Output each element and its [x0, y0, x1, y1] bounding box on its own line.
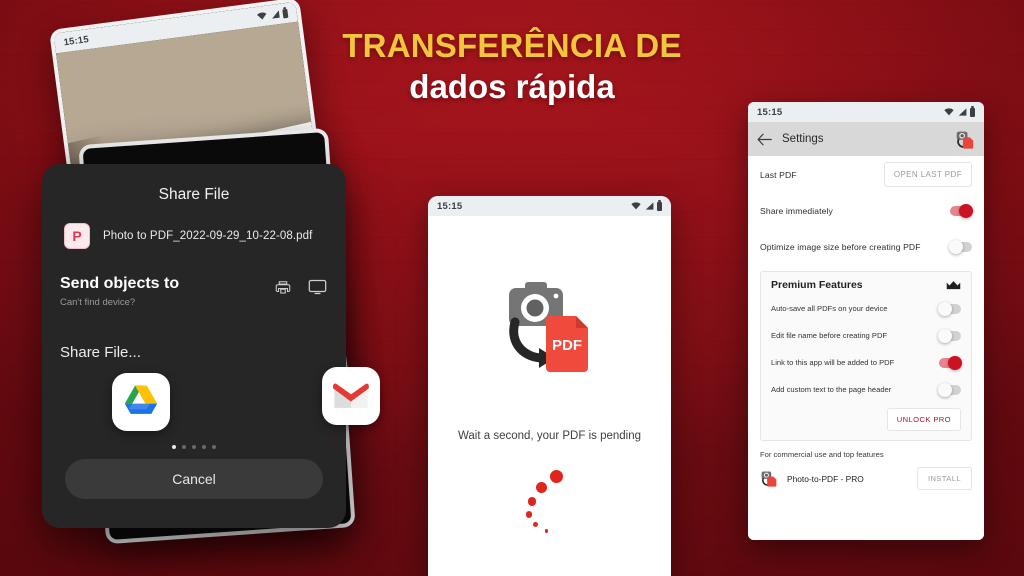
status-time: 15:15	[757, 106, 783, 118]
google-drive-app[interactable]	[112, 373, 170, 431]
premium-row-edit-filename[interactable]: Edit file name before creating PDF	[771, 322, 961, 349]
settings-phone: 15:15 Settings Last PDF OPEN LAST PDF Sh…	[748, 102, 984, 540]
premium-label: Edit file name before creating PDF	[771, 331, 888, 340]
premium-header: Premium Features	[771, 279, 961, 291]
share-pager-dots	[60, 445, 328, 449]
back-arrow-icon[interactable]	[757, 133, 772, 146]
pager-dot	[202, 445, 206, 449]
center-phone-body: PDF Wait a second, your PDF is pending	[428, 216, 671, 576]
share-app-list	[60, 367, 380, 439]
promo-text: For commercial use and top features	[760, 450, 884, 459]
status-icons	[944, 106, 975, 117]
optimize-image-toggle[interactable]	[949, 240, 972, 254]
loading-dots-spinner	[520, 468, 580, 538]
printer-icon[interactable]	[273, 278, 293, 296]
headline-line-2: dados rápida	[409, 67, 615, 105]
premium-label: Add custom text to the page header	[771, 385, 892, 394]
camera-to-pdf-icon: PDF	[495, 278, 605, 374]
setting-row-optimize-image[interactable]: Optimize image size before creating PDF	[760, 229, 972, 265]
unlock-pro-button[interactable]: UNLOCK PRO	[886, 408, 961, 431]
premium-row-auto-save[interactable]: Auto-save all PDFs on your device	[771, 295, 961, 322]
shared-file-name: Photo to PDF_2022-09-29_10-22-08.pdf	[103, 230, 313, 242]
promo-banner-stage: TRANSFERÊNCIA DE dados rápida 15:15 Shar…	[0, 0, 1024, 576]
crown-icon	[946, 280, 961, 289]
pdf-badge-text: PDF	[552, 337, 582, 354]
battery-icon	[970, 106, 975, 117]
gmail-icon	[333, 383, 369, 408]
signal-icon	[645, 202, 653, 210]
auto-save-toggle[interactable]	[938, 301, 961, 316]
signal-icon	[958, 108, 966, 116]
open-last-pdf-button[interactable]: OPEN LAST PDF	[883, 162, 972, 187]
app-link-toggle[interactable]	[939, 355, 962, 370]
headline-line-1: TRANSFERÊNCIA DE	[342, 27, 682, 64]
premium-label: Link to this app will be added to PDF	[771, 358, 895, 367]
status-time: 15:15	[437, 200, 463, 212]
promo-section: For commercial use and top features Phot…	[760, 441, 972, 490]
cancel-button[interactable]: Cancel	[65, 459, 323, 499]
battery-icon	[282, 8, 289, 18]
cant-find-device-link[interactable]: Can't find device?	[60, 297, 179, 308]
setting-label: Last PDF	[760, 169, 797, 180]
battery-icon	[657, 200, 662, 211]
share-sheet: Share File P Photo to PDF_2022-09-29_10-…	[42, 164, 380, 528]
wifi-icon	[257, 12, 267, 20]
google-drive-icon	[124, 385, 158, 414]
pending-message: Wait a second, your PDF is pending	[457, 430, 642, 442]
wifi-icon	[944, 108, 954, 116]
headline: TRANSFERÊNCIA DE dados rápida	[0, 27, 1024, 107]
settings-app-bar: Settings	[748, 122, 984, 156]
photo-to-pdf-app-icon	[761, 471, 777, 487]
premium-label: Auto-save all PDFs on your device	[771, 304, 888, 313]
share-file-section-label: Share File...	[60, 344, 141, 361]
custom-header-toggle[interactable]	[938, 382, 961, 397]
shared-file-row: P Photo to PDF_2022-09-29_10-22-08.pdf	[60, 223, 328, 249]
gmail-app[interactable]	[322, 367, 380, 425]
install-button[interactable]: INSTALL	[916, 467, 972, 490]
cast-screen-icon[interactable]	[307, 278, 328, 296]
send-objects-label: Send objects to	[60, 275, 180, 292]
page-title: Settings	[782, 133, 824, 145]
promo-app-row: Photo-to-PDF - PRO INSTALL	[760, 467, 972, 490]
promo-app-name: Photo-to-PDF - PRO	[787, 473, 864, 484]
center-phone: 15:15 PDF Wait a second, your PDF is pen…	[428, 196, 671, 576]
setting-row-share-immediately[interactable]: Share immediately	[760, 193, 973, 229]
send-objects-row: Send objects to Can't find device?	[60, 275, 328, 308]
premium-features-card: Premium Features Auto-save all PDFs on y…	[760, 271, 972, 441]
signal-icon	[271, 10, 280, 19]
setting-row-last-pdf: Last PDF OPEN LAST PDF	[760, 156, 972, 193]
photo-to-pdf-app-icon[interactable]	[955, 130, 975, 149]
setting-label: Share immediately	[760, 206, 833, 216]
status-icons	[256, 8, 289, 21]
center-status-bar: 15:15	[428, 196, 671, 216]
status-icons	[631, 200, 662, 211]
pager-dot	[212, 445, 216, 449]
settings-list: Last PDF OPEN LAST PDF Share immediately…	[748, 156, 984, 540]
pdf-p-icon: P	[64, 223, 90, 249]
pager-dot	[182, 445, 186, 449]
premium-title: Premium Features	[771, 279, 863, 291]
setting-label: Optimize image size before creating PDF	[760, 242, 921, 252]
premium-row-app-link[interactable]: Link to this app will be added to PDF	[771, 349, 962, 376]
share-sheet-title: Share File	[158, 186, 230, 203]
wifi-icon	[631, 202, 641, 210]
edit-filename-toggle[interactable]	[938, 328, 961, 343]
pager-dot	[192, 445, 196, 449]
pager-dot	[172, 445, 176, 449]
premium-row-custom-header[interactable]: Add custom text to the page header	[771, 376, 961, 403]
share-immediately-toggle[interactable]	[950, 204, 973, 218]
